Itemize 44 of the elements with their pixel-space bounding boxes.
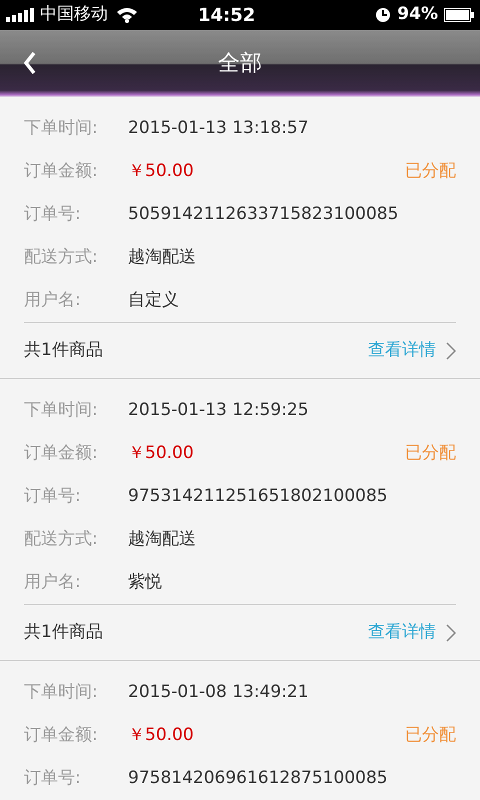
order-status: 已分配 [405, 442, 456, 465]
field-value: 5059142112633715823100085 [128, 202, 398, 226]
field-label: 配送方式: [24, 528, 99, 551]
field-label: 下单时间: [24, 398, 99, 422]
chevron-right-icon [446, 624, 456, 642]
order-amount: ￥50.00 [128, 160, 194, 183]
order-amount: ￥50.00 [128, 442, 194, 465]
field-label: 下单时间: [24, 116, 99, 140]
field-label: 用户名: [24, 288, 82, 312]
battery-percent: 94% [397, 3, 438, 26]
order-status: 已分配 [405, 724, 456, 747]
field-label: 订单号: [24, 484, 82, 508]
wifi-icon [116, 7, 138, 23]
back-chevron-icon [23, 51, 37, 75]
field-value: 2015-01-13 12:59:25 [128, 398, 309, 422]
field-value: 975814206961612875100085 [128, 766, 388, 790]
battery-icon [444, 8, 474, 22]
view-details-link[interactable]: 查看详情 [368, 338, 456, 364]
page-title: 全部 [218, 50, 262, 78]
field-value: 2015-01-08 13:49:21 [128, 680, 309, 704]
field-value: 975314211251651802100085 [128, 484, 388, 508]
field-value: 自定义 [128, 288, 179, 312]
field-label: 用户名: [24, 570, 82, 594]
carrier-name: 中国移动 [40, 3, 108, 26]
item-count: 共1件商品 [24, 620, 103, 644]
field-value: 紫悦 [128, 570, 162, 594]
order-status: 已分配 [405, 160, 456, 183]
view-details-link[interactable]: 查看详情 [368, 620, 456, 646]
field-value: 越淘配送 [128, 246, 196, 269]
field-label: 订单金额: [24, 442, 99, 465]
field-label: 下单时间: [24, 680, 99, 704]
item-count: 共1件商品 [24, 338, 103, 362]
field-label: 订单金额: [24, 724, 99, 747]
chevron-right-icon [446, 342, 456, 360]
clock-time: 14:52 [198, 4, 256, 28]
field-label: 订单金额: [24, 160, 99, 183]
field-value: 2015-01-13 13:18:57 [128, 116, 309, 140]
field-label: 订单号: [24, 202, 82, 226]
order-amount: ￥50.00 [128, 724, 194, 747]
field-label: 订单号: [24, 766, 82, 790]
field-value: 越淘配送 [128, 528, 196, 551]
signal-icon [6, 8, 36, 22]
clock-icon [375, 7, 392, 23]
field-label: 配送方式: [24, 246, 99, 269]
